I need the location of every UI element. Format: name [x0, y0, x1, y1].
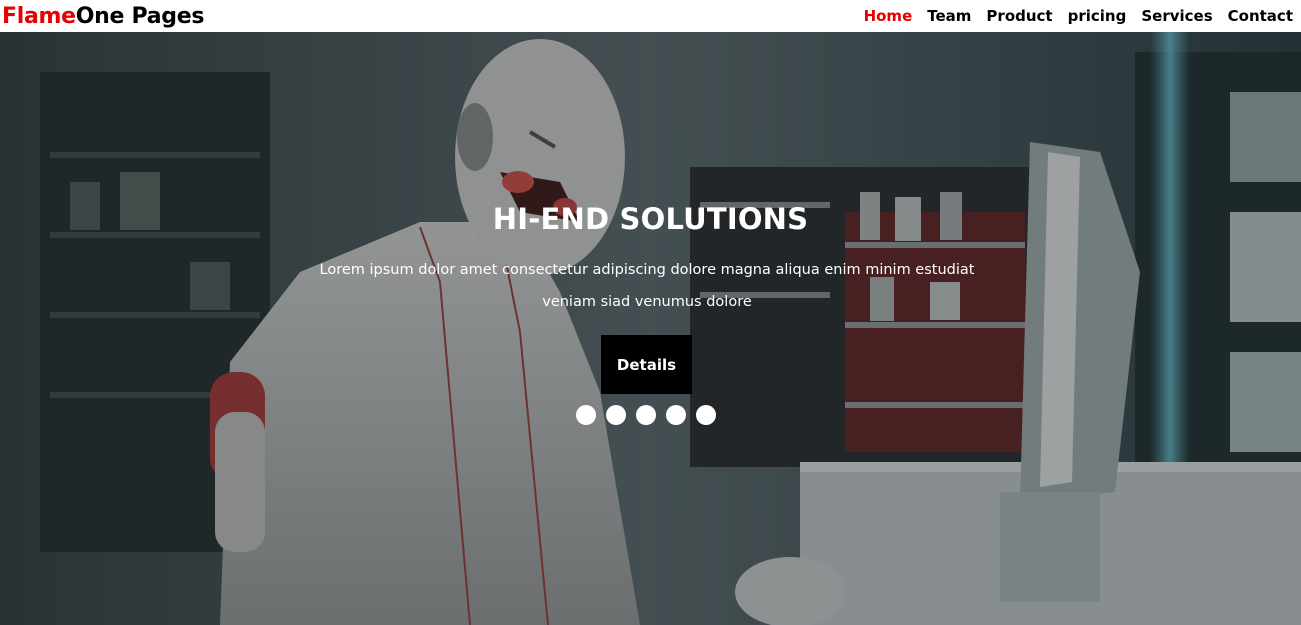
- nav-team[interactable]: Team: [927, 7, 971, 25]
- details-button[interactable]: Details: [601, 335, 692, 394]
- hero-title: HI-END SOLUTIONS: [492, 202, 809, 236]
- nav-pricing[interactable]: pricing: [1068, 7, 1127, 25]
- brand-accent: Flame: [2, 3, 76, 29]
- slide-dot-4[interactable]: [666, 405, 686, 425]
- slide-dot-3[interactable]: [636, 405, 656, 425]
- nav-home[interactable]: Home: [864, 7, 913, 25]
- slide-dot-2[interactable]: [606, 405, 626, 425]
- slide-dot-5[interactable]: [696, 405, 716, 425]
- hero-dim-overlay: [0, 32, 1301, 625]
- site-logo[interactable]: FlameOne Pages: [0, 4, 204, 29]
- nav-services[interactable]: Services: [1141, 7, 1212, 25]
- main-nav: Home Team Product pricing Services Conta…: [849, 7, 1301, 25]
- nav-product[interactable]: Product: [986, 7, 1052, 25]
- navbar: FlameOne Pages Home Team Product pricing…: [0, 0, 1301, 32]
- brand-rest: One Pages: [75, 3, 205, 29]
- hero-description: Lorem ipsum dolor amet consectetur adipi…: [319, 262, 975, 310]
- nav-contact[interactable]: Contact: [1228, 7, 1293, 25]
- hero-slider: HI-END SOLUTIONS Lorem ipsum dolor amet …: [0, 32, 1301, 625]
- slider-indicators: [576, 405, 726, 425]
- slide-dot-1[interactable]: [576, 405, 596, 425]
